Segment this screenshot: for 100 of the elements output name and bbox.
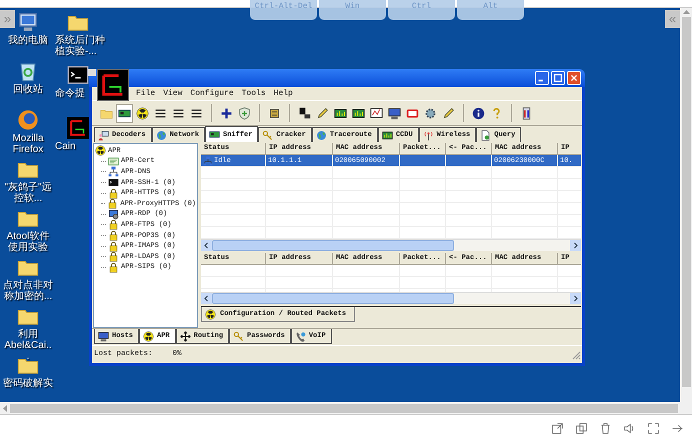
chart-board-icon xyxy=(382,130,393,140)
desktop-icon-label[interactable]: 系统后门种植实验-... xyxy=(55,35,107,57)
cain-logo-icon xyxy=(98,70,128,100)
resize-grip-icon[interactable] xyxy=(571,350,581,360)
desktop-icon-label[interactable]: 密码破解实 xyxy=(3,378,53,389)
scrollbar-thumb[interactable] xyxy=(212,240,454,251)
padlock-icon xyxy=(108,219,119,230)
desktop-icon-label[interactable]: Mozilla Firefox xyxy=(3,133,53,155)
table-cell xyxy=(333,265,400,277)
table-cell xyxy=(400,155,446,167)
info-icon xyxy=(472,106,485,120)
table-cell xyxy=(201,203,266,215)
padlock-icon xyxy=(108,240,119,252)
computer-icon xyxy=(17,11,39,33)
fullscreen-icon xyxy=(646,422,660,435)
desktop-icon-label[interactable]: 我的电脑 xyxy=(8,35,48,46)
chart-board-icon xyxy=(352,106,365,120)
radiation-icon xyxy=(205,308,216,320)
blocks-icon xyxy=(298,106,311,120)
door-icon xyxy=(520,106,533,120)
text-lines-icon xyxy=(172,106,185,120)
padlock-icon xyxy=(108,230,119,242)
antenna-icon xyxy=(422,130,434,140)
desktop-icon-label[interactable]: 点对点非对称加密的... xyxy=(3,280,53,302)
network-icon xyxy=(203,156,213,166)
menu-item[interactable]: File xyxy=(136,89,156,98)
desktop-icon-label[interactable]: "灰鸽子"远控软... xyxy=(3,182,53,204)
table-cell xyxy=(446,265,492,277)
table-cell xyxy=(201,179,266,191)
scroll-right-icon[interactable] xyxy=(570,293,581,304)
desktop-icon-label[interactable]: Cain xyxy=(55,141,76,152)
globe-icon xyxy=(156,130,167,140)
table-cell xyxy=(446,167,492,179)
line-chart-icon xyxy=(370,106,383,120)
minimize-button[interactable] xyxy=(535,71,549,85)
text-lines-icon xyxy=(154,106,167,120)
maximize-button[interactable] xyxy=(551,71,565,85)
external-window-icon xyxy=(550,422,564,435)
table-cell xyxy=(201,167,266,179)
menu-item[interactable]: Tools xyxy=(242,89,266,98)
certificate-icon xyxy=(108,156,119,167)
radiation-icon xyxy=(95,145,106,156)
padlock-icon xyxy=(108,251,119,262)
menu-item[interactable]: View xyxy=(163,89,182,98)
scrollbar-thumb[interactable] xyxy=(682,17,690,387)
desktop-icon-label[interactable]: 命令提 xyxy=(55,88,85,99)
pencil-icon xyxy=(316,106,329,120)
desktop-icon-label[interactable]: 利用Abel&Cai... xyxy=(3,329,53,362)
padlock-icon xyxy=(107,198,118,210)
toolbar-button[interactable] xyxy=(116,104,133,122)
network-icon xyxy=(108,166,119,178)
key-icon xyxy=(233,330,244,342)
key-icon xyxy=(262,130,274,140)
remote-desktop-icon xyxy=(108,208,119,220)
trash-icon xyxy=(598,422,612,435)
table-cell xyxy=(492,167,558,179)
gear-icon xyxy=(424,106,437,120)
table-cell xyxy=(266,167,333,179)
close-button[interactable] xyxy=(567,71,581,85)
table-cell xyxy=(492,265,558,277)
monitor-icon xyxy=(388,106,401,120)
globe-icon xyxy=(316,130,327,140)
table-cell xyxy=(400,167,446,179)
scroll-left-icon[interactable] xyxy=(201,240,212,251)
table-cell xyxy=(201,277,266,289)
chip-icon xyxy=(268,106,281,120)
table-cell xyxy=(400,265,446,277)
desktop-icon-label[interactable]: 回收站 xyxy=(13,84,43,95)
move-arrows-icon xyxy=(180,330,191,342)
padlock-icon xyxy=(108,188,119,199)
browser-icon xyxy=(17,109,39,131)
table-cell xyxy=(446,155,492,167)
card-icon xyxy=(406,106,419,120)
person-computer-icon xyxy=(98,130,109,140)
table-cell xyxy=(333,167,400,179)
pencil-icon xyxy=(442,106,455,120)
scroll-left-icon[interactable] xyxy=(201,293,212,304)
table-cell xyxy=(201,265,266,277)
chart-board-icon xyxy=(334,106,347,120)
table-cell xyxy=(266,265,333,277)
scrollbar-thumb[interactable] xyxy=(212,293,454,304)
expand-icon xyxy=(670,422,684,435)
table-cell xyxy=(201,215,266,227)
terminal-icon xyxy=(108,177,119,188)
terminal-icon xyxy=(67,64,89,86)
scrollbar-thumb[interactable] xyxy=(10,404,678,412)
scroll-right-icon[interactable] xyxy=(570,240,581,251)
menu-item[interactable]: Configure xyxy=(190,89,234,98)
desktop-icon-label[interactable]: Atool软件使用实验 xyxy=(3,231,53,253)
copy-icon xyxy=(574,422,588,435)
radiation-icon xyxy=(136,106,149,120)
padlock-icon xyxy=(108,262,119,273)
document-icon xyxy=(480,130,492,140)
plus-icon xyxy=(220,106,233,120)
cain-logo-icon xyxy=(67,117,89,139)
phone-icon xyxy=(294,330,306,342)
radiation-icon xyxy=(143,330,154,342)
network-card-icon xyxy=(209,129,220,140)
speaker-icon xyxy=(622,422,636,435)
menu-item[interactable]: Help xyxy=(274,89,293,98)
